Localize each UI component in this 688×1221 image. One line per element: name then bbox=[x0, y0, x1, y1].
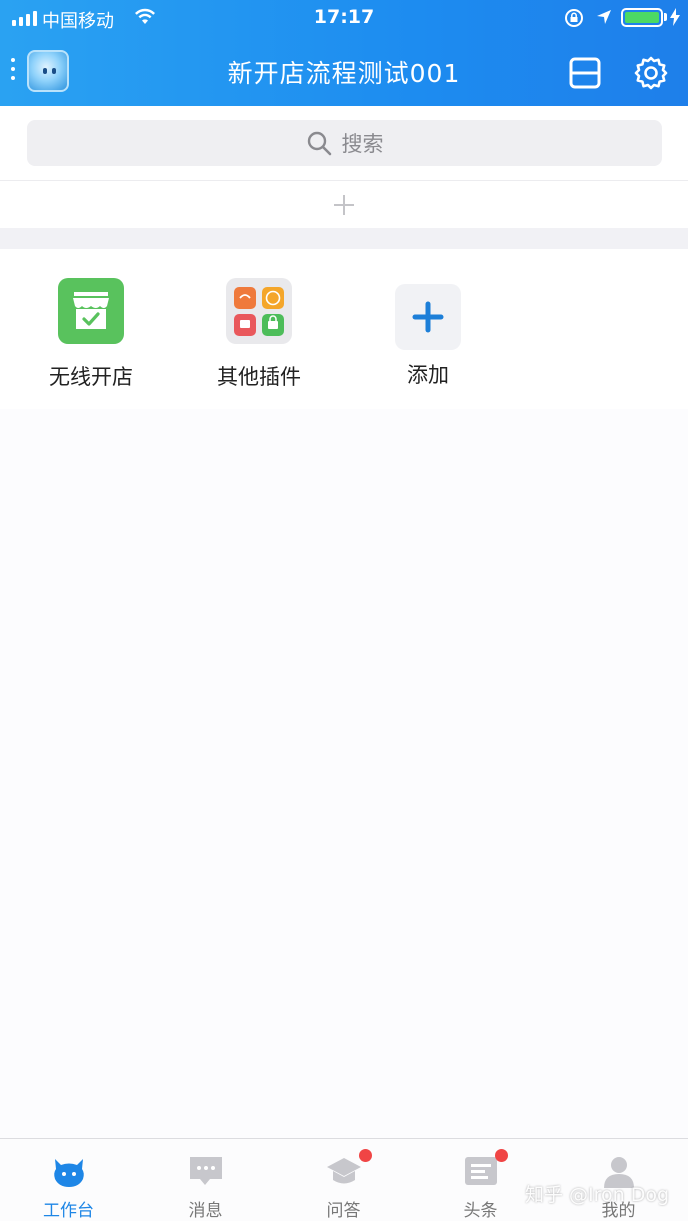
charging-icon bbox=[670, 8, 680, 26]
message-icon bbox=[189, 1157, 222, 1185]
add-row-button[interactable] bbox=[0, 180, 688, 228]
battery-icon bbox=[621, 8, 663, 27]
app-label: 其他插件 bbox=[217, 365, 301, 389]
app-header: 中国移动 17:17 新开店流程测试001 bbox=[0, 0, 688, 106]
tab-label: 工作台 bbox=[43, 1201, 94, 1221]
tab-qa[interactable]: 问答 bbox=[275, 1139, 412, 1221]
location-arrow-icon bbox=[597, 10, 611, 24]
search-input[interactable]: 搜索 bbox=[27, 120, 662, 166]
tab-workbench[interactable]: 工作台 bbox=[0, 1139, 137, 1221]
tab-label: 消息 bbox=[188, 1201, 223, 1221]
graduation-cap-icon bbox=[326, 1158, 361, 1184]
search-icon bbox=[307, 131, 331, 156]
app-add[interactable]: 添加 bbox=[343, 284, 513, 389]
search-area: 搜索 bbox=[0, 106, 688, 180]
add-app-icon bbox=[395, 284, 461, 350]
rotation-lock-icon bbox=[565, 9, 583, 27]
app-label: 无线开店 bbox=[49, 365, 133, 389]
battery-tip bbox=[664, 13, 667, 21]
search-placeholder: 搜索 bbox=[341, 132, 384, 156]
gear-icon[interactable] bbox=[634, 56, 668, 90]
nav-bar: 新开店流程测试001 bbox=[0, 40, 688, 102]
app-label: 添加 bbox=[407, 363, 449, 387]
app-grid: 无线开店 其他插件 添加 bbox=[0, 249, 688, 409]
watermark: 知乎 @Iron Dog bbox=[525, 1184, 670, 1206]
notification-badge bbox=[495, 1149, 508, 1162]
status-bar: 中国移动 17:17 bbox=[0, 0, 688, 36]
tab-messages[interactable]: 消息 bbox=[137, 1139, 274, 1221]
store-icon bbox=[58, 278, 124, 344]
plus-icon bbox=[334, 194, 354, 215]
notification-badge bbox=[359, 1149, 372, 1162]
section-divider bbox=[0, 228, 688, 249]
app-wireless-store[interactable]: 无线开店 bbox=[6, 278, 176, 391]
workbench-icon bbox=[53, 1159, 84, 1187]
news-icon bbox=[464, 1157, 497, 1185]
switch-view-icon[interactable] bbox=[568, 57, 602, 89]
tab-label: 问答 bbox=[326, 1201, 361, 1221]
app-other-plugins[interactable]: 其他插件 bbox=[174, 278, 344, 391]
plugins-icon bbox=[226, 278, 292, 344]
